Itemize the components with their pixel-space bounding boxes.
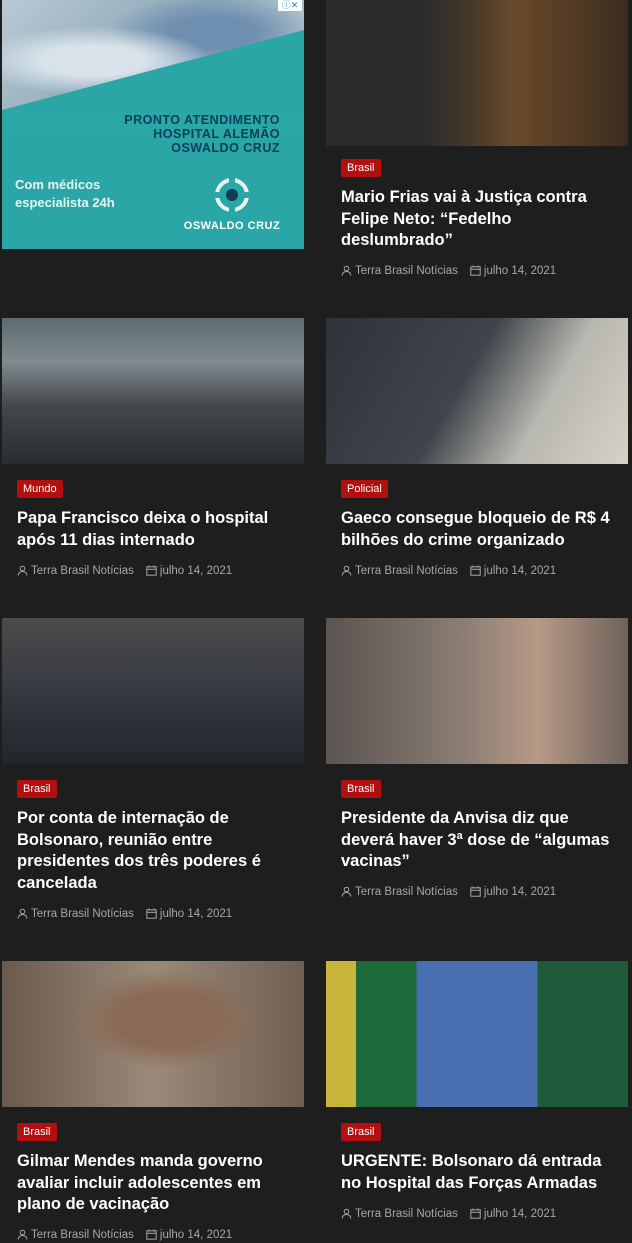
author-name[interactable]: Terra Brasil Notícias [31,565,134,577]
news-card[interactable]: Brasil Gilmar Mendes manda governo avali… [2,961,304,1243]
calendar-icon [146,1229,157,1240]
user-icon [341,1208,352,1219]
hospital-logo-icon [215,178,249,212]
news-card[interactable]: Brasil Por conta de internação de Bolson… [2,618,304,938]
user-icon [17,565,28,576]
calendar-icon [146,908,157,919]
post-date: julho 14, 2021 [483,886,557,898]
advertisement-banner[interactable]: ⓘ✕ PRONTO ATENDIMENTO HOSPITAL ALEMÃO OS… [2,0,304,249]
news-title[interactable]: Por conta de internação de Bolsonaro, re… [17,808,299,894]
news-card[interactable]: Brasil URGENTE: Bolsonaro dá entrada no … [326,961,628,1243]
post-date: julho 14, 2021 [159,565,233,577]
author-name[interactable]: Terra Brasil Notícias [31,908,134,920]
news-thumbnail[interactable] [2,618,304,764]
category-badge[interactable]: Brasil [17,1123,57,1141]
user-icon [17,908,28,919]
post-date: julho 14, 2021 [483,565,557,577]
news-thumbnail[interactable] [326,318,628,464]
news-title[interactable]: URGENTE: Bolsonaro dá entrada no Hospita… [341,1151,623,1194]
category-badge[interactable]: Brasil [341,780,381,798]
news-card[interactable]: Brasil Mario Frias vai à Justiça contra … [326,0,628,290]
news-thumbnail[interactable] [2,961,304,1107]
news-card[interactable]: Policial Gaeco consegue bloqueio de R$ 4… [326,318,628,598]
news-card[interactable]: Brasil Presidente da Anvisa diz que deve… [326,618,628,918]
news-meta: Terra Brasil Notícias julho 14, 2021 [17,1228,232,1242]
ad-headline: PRONTO ATENDIMENTO HOSPITAL ALEMÃO OSWAL… [124,113,280,155]
news-meta: Terra Brasil Notícias julho 14, 2021 [341,885,556,899]
user-icon [341,565,352,576]
news-title[interactable]: Papa Francisco deixa o hospital após 11 … [17,508,299,551]
news-meta: Terra Brasil Notícias julho 14, 2021 [341,264,556,278]
news-thumbnail[interactable] [326,0,628,146]
post-date: julho 14, 2021 [159,1229,233,1241]
news-thumbnail[interactable] [326,961,628,1107]
user-icon [17,1229,28,1240]
category-badge[interactable]: Mundo [17,480,63,498]
user-icon [341,265,352,276]
news-card[interactable]: Mundo Papa Francisco deixa o hospital ap… [2,318,304,598]
news-meta: Terra Brasil Notícias julho 14, 2021 [17,564,232,578]
user-icon [341,886,352,897]
ad-decoration [2,30,304,110]
post-date: julho 14, 2021 [483,1208,557,1220]
author-name[interactable]: Terra Brasil Notícias [355,565,458,577]
calendar-icon [470,265,481,276]
author-name[interactable]: Terra Brasil Notícias [355,265,458,277]
category-badge[interactable]: Policial [341,480,388,498]
news-title[interactable]: Gilmar Mendes manda governo avaliar incl… [17,1151,299,1216]
category-badge[interactable]: Brasil [341,1123,381,1141]
author-name[interactable]: Terra Brasil Notícias [31,1229,134,1241]
author-name[interactable]: Terra Brasil Notícias [355,1208,458,1220]
news-title[interactable]: Gaeco consegue bloqueio de R$ 4 bilhões … [341,508,623,551]
ad-choices-icon[interactable]: ⓘ✕ [278,0,302,11]
news-title[interactable]: Mario Frias vai à Justiça contra Felipe … [341,187,623,252]
ad-logo-text: OSWALDO CRUZ [183,220,281,232]
calendar-icon [470,886,481,897]
post-date: julho 14, 2021 [483,265,557,277]
calendar-icon [146,565,157,576]
news-meta: Terra Brasil Notícias julho 14, 2021 [341,564,556,578]
calendar-icon [470,1208,481,1219]
news-meta: Terra Brasil Notícias julho 14, 2021 [17,907,232,921]
news-meta: Terra Brasil Notícias julho 14, 2021 [341,1207,556,1221]
category-badge[interactable]: Brasil [17,780,57,798]
post-date: julho 14, 2021 [159,908,233,920]
news-thumbnail[interactable] [326,618,628,764]
category-badge[interactable]: Brasil [341,159,381,177]
ad-subtext: Com médicos especialista 24h [15,177,115,210]
author-name[interactable]: Terra Brasil Notícias [355,886,458,898]
news-title[interactable]: Presidente da Anvisa diz que deverá have… [341,808,623,873]
calendar-icon [470,565,481,576]
news-thumbnail[interactable] [2,318,304,464]
